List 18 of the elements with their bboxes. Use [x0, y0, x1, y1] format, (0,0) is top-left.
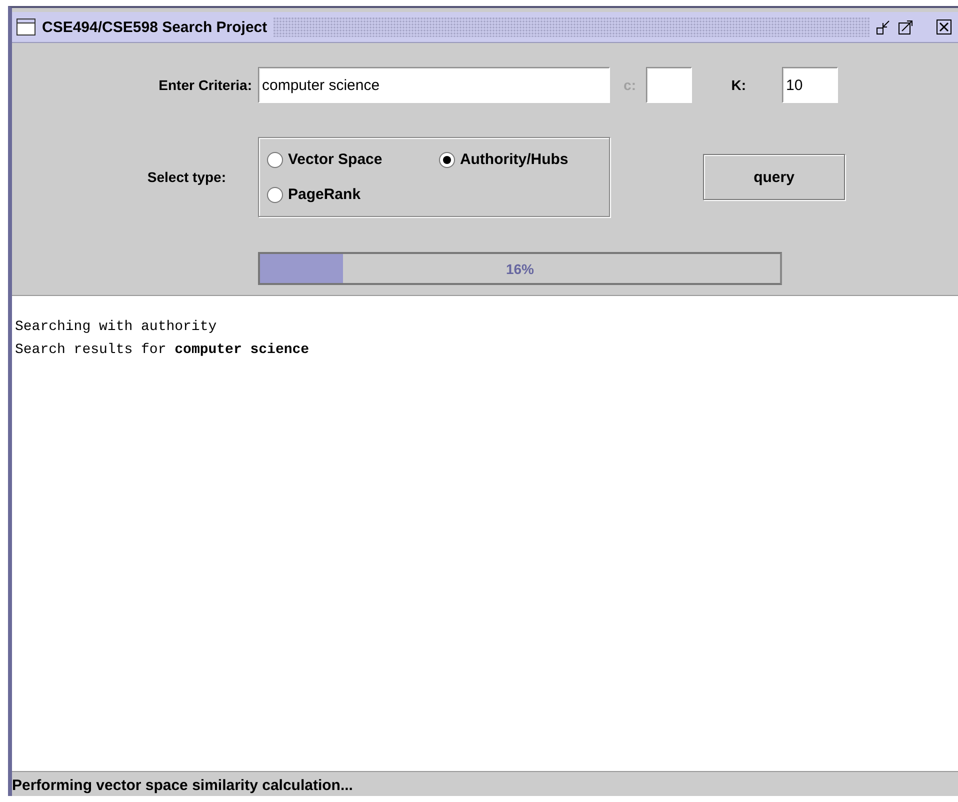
select-type-label: Select type:	[146, 169, 226, 185]
window-icon	[16, 18, 36, 36]
query-button[interactable]: query	[703, 154, 845, 200]
close-icon[interactable]	[936, 19, 952, 35]
output-line: Searching with authority	[15, 318, 217, 337]
minimize-icon[interactable]	[876, 19, 892, 35]
type-radio[interactable]: Authority/Hubs	[438, 151, 568, 168]
type-radio[interactable]: Vector Space	[267, 151, 382, 168]
criteria-label: Enter Criteria:	[158, 77, 252, 93]
k-label: K:	[730, 77, 746, 93]
criteria-field[interactable]: computer science	[258, 67, 610, 103]
k-field[interactable]: 10	[782, 67, 838, 103]
progress-reading: 16%	[506, 260, 534, 276]
maximize-icon[interactable]	[898, 19, 914, 35]
status-text: Performing vector space similarity calculation...	[12, 776, 353, 794]
window-title: CSE494/CSE598 Search Project	[42, 18, 268, 36]
output-line: Search results for computer science	[15, 341, 310, 360]
type-radio[interactable]: PageRank	[267, 186, 361, 203]
